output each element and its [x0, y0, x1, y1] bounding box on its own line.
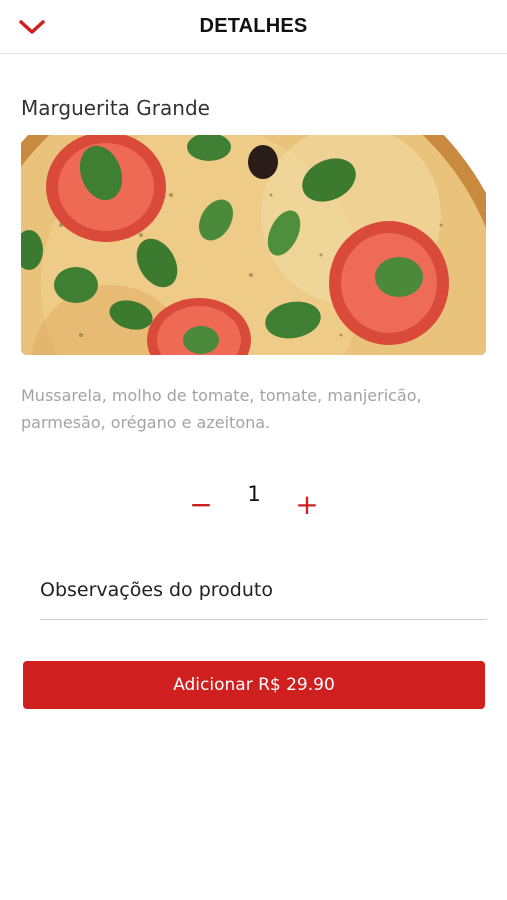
product-image [21, 135, 486, 355]
decrease-quantity-button[interactable]: − [181, 484, 221, 524]
increase-quantity-button[interactable]: + [287, 484, 327, 524]
page-title: DETALHES [199, 15, 308, 37]
top-bar: DETALHES [0, 0, 507, 54]
product-notes-field[interactable]: Observações do produto [40, 572, 487, 620]
quantity-stepper: − 1 + [0, 478, 507, 528]
product-name: Marguerita Grande [21, 96, 210, 120]
product-notes-label: Observações do produto [40, 579, 273, 601]
product-description: Mussarela, molho de tomate, tomate, manj… [21, 386, 422, 432]
add-to-cart-button[interactable]: Adicionar R$ 29.90 [23, 661, 485, 709]
quantity-value: 1 [247, 482, 261, 506]
